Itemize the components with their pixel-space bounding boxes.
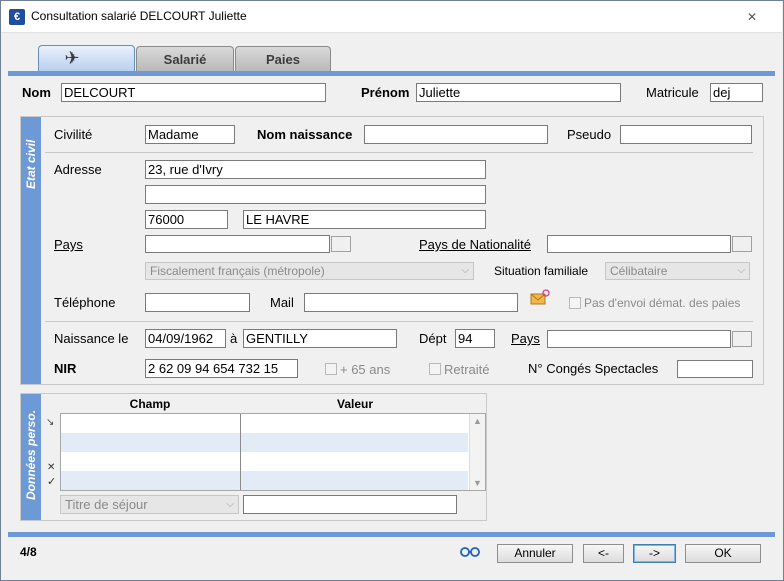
a-label: à [230, 331, 238, 346]
dept-field[interactable]: 94 [455, 329, 495, 348]
donnees-perso-section-label: Données perso. [24, 409, 38, 500]
grid-scrollbar[interactable]: ▲ ▼ [469, 414, 485, 490]
pays-nationalite-lookup-button[interactable] [732, 236, 752, 252]
nom-field[interactable]: DELCOURT [61, 83, 326, 102]
dept-label: Dépt [419, 331, 447, 346]
naissance-label: Naissance le [54, 331, 129, 346]
next-button[interactable]: -> [633, 544, 676, 563]
civilite-field[interactable]: Madame [145, 125, 235, 144]
retraite-checkbox[interactable] [429, 363, 441, 375]
pays-nationalite-field[interactable] [547, 235, 731, 253]
tab-salarie[interactable]: Salarié [136, 46, 234, 71]
plus65-checkbox[interactable] [325, 363, 337, 375]
titre-sejour-select[interactable]: Titre de séjour ⌵ [60, 495, 239, 514]
naissance-pays-link[interactable]: Pays [511, 331, 540, 346]
annuler-button[interactable]: Annuler [497, 544, 573, 563]
fiscalite-select[interactable]: Fiscalement français (métropole) ⌵ [145, 262, 474, 280]
pseudo-field[interactable] [620, 125, 752, 144]
mail-label: Mail [270, 295, 294, 310]
tab-paies[interactable]: Paies [235, 46, 331, 71]
ville-field[interactable]: LE HAVRE [243, 210, 486, 229]
retraite-label: Retraité [444, 362, 490, 377]
nom-label: Nom [22, 85, 51, 100]
chevron-down-icon: ⌵ [737, 265, 745, 276]
plus65-label: + 65 ans [340, 362, 391, 377]
table-row[interactable] [61, 433, 468, 452]
window-title: Consultation salarié DELCOURT Juliette [31, 9, 247, 23]
pays-field[interactable] [145, 235, 330, 253]
column-header-valeur[interactable]: Valeur [241, 397, 469, 413]
close-icon[interactable]: ✕ [745, 11, 759, 23]
divider [45, 152, 753, 153]
validate-row-icon[interactable]: ✓ [47, 475, 56, 488]
delete-row-icon[interactable]: ✕ [47, 462, 55, 473]
naissance-pays-lookup-button[interactable] [732, 331, 752, 347]
column-divider [240, 414, 241, 490]
fiscalite-value: Fiscalement français (métropole) [150, 264, 325, 278]
glasses-icon[interactable] [459, 545, 481, 559]
table-row[interactable] [61, 414, 468, 433]
table-row[interactable] [61, 471, 468, 490]
app-euro-icon: € [9, 9, 25, 25]
chevron-down-icon: ⌵ [226, 499, 234, 510]
ok-button[interactable]: OK [685, 544, 761, 563]
conges-spectacles-label: N° Congés Spectacles [528, 361, 659, 376]
mail-field[interactable] [304, 293, 518, 312]
titre-sejour-value: Titre de séjour [65, 497, 148, 512]
scroll-up-icon[interactable]: ▲ [473, 416, 482, 426]
nir-label: NIR [54, 361, 77, 376]
code-postal-field[interactable]: 76000 [145, 210, 228, 229]
etat-civil-section-label: Etat civil [24, 139, 38, 189]
people-handshake-icon: ✈ [64, 48, 80, 68]
telephone-label: Téléphone [54, 295, 116, 310]
table-row[interactable] [61, 452, 468, 471]
adresse-line1-field[interactable]: 23, rue d'Ivry [145, 160, 486, 179]
titre-sejour-input[interactable] [243, 495, 457, 514]
chevron-down-icon: ⌵ [461, 265, 469, 276]
email-send-icon[interactable] [530, 289, 550, 307]
civilite-label: Civilité [54, 127, 93, 142]
naissance-pays-field[interactable] [547, 330, 731, 348]
pas-envoi-label: Pas d'envoi démat. des paies [584, 296, 741, 310]
prenom-label: Prénom [361, 85, 410, 100]
prenom-field[interactable]: Juliette [416, 83, 621, 102]
pays-link[interactable]: Pays [54, 237, 83, 252]
donnees-perso-band: Données perso. [21, 394, 41, 520]
divider [45, 321, 753, 322]
adresse-line2-field[interactable] [145, 185, 486, 204]
current-row-arrow-icon: ↘ [46, 417, 55, 428]
nom-naissance-label: Nom naissance [257, 127, 353, 142]
column-header-champ[interactable]: Champ [60, 397, 240, 413]
nom-naissance-field[interactable] [364, 125, 548, 144]
situation-familiale-value: Célibataire [610, 264, 668, 278]
nir-field[interactable]: 2 62 09 94 654 732 15 [145, 359, 298, 378]
matricule-label: Matricule [646, 85, 699, 100]
naissance-date-field[interactable]: 04/09/1962 [145, 329, 226, 348]
matricule-field[interactable]: dej [710, 83, 763, 102]
situation-familiale-label: Situation familiale [494, 264, 589, 278]
telephone-field[interactable] [145, 293, 250, 312]
previous-button[interactable]: <- [583, 544, 624, 563]
pays-nationalite-link[interactable]: Pays de Nationalité [419, 237, 531, 252]
situation-familiale-select[interactable]: Célibataire ⌵ [605, 262, 750, 280]
scroll-down-icon[interactable]: ▼ [473, 478, 482, 488]
pas-envoi-checkbox[interactable] [569, 297, 581, 309]
naissance-lieu-field[interactable]: GENTILLY [243, 329, 397, 348]
adresse-label: Adresse [54, 162, 102, 177]
conges-spectacles-field[interactable] [677, 360, 753, 378]
pseudo-label: Pseudo [567, 127, 612, 142]
etat-civil-band: Etat civil [21, 117, 41, 384]
pays-lookup-button[interactable] [331, 236, 351, 252]
record-position: 4/8 [20, 545, 37, 559]
